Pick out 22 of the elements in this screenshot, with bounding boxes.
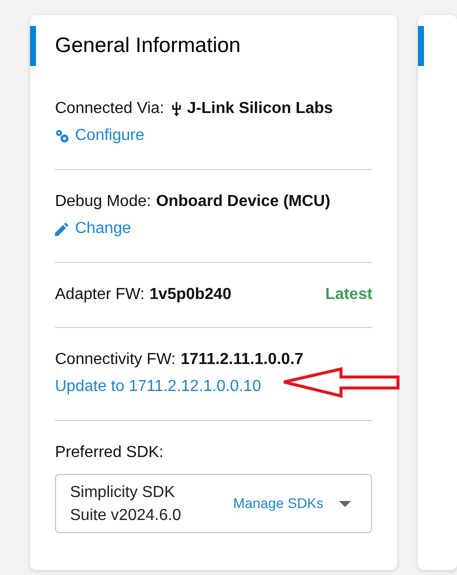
field-label: Connectivity FW: [55,350,176,370]
field-label: Preferred SDK: [55,443,164,463]
dropdown-value: Simplicity SDK Suite v2024.6.0 [70,482,182,526]
sdk-dropdown[interactable]: Simplicity SDK Suite v2024.6.0 Manage SDKs [55,474,372,533]
configure-link[interactable]: Configure [55,122,144,150]
pencil-icon [55,222,69,236]
accent-bar [30,26,36,66]
field-value: 1v5p0b240 [150,285,232,305]
status-text: Latest [325,285,372,305]
usb-icon [171,102,182,116]
update-link[interactable]: Update to 1711.2.12.1.0.0.10 [55,373,262,401]
field-value: Onboard Device (MCU) [156,192,330,212]
field-label: Debug Mode: [55,192,152,212]
caret-icon [339,500,352,506]
manage-sdks-link[interactable]: Manage SDKs [233,493,324,514]
field-label: Connected Via: [55,99,164,119]
settings-icon [55,129,69,143]
field-value: J-Link Silicon Labs [187,99,333,119]
field-value: 1711.2.11.1.0.0.7 [180,350,304,370]
change-link[interactable]: Change [55,215,132,243]
field-label: Adapter FW: [55,285,145,305]
card-title: General Information [55,33,241,60]
